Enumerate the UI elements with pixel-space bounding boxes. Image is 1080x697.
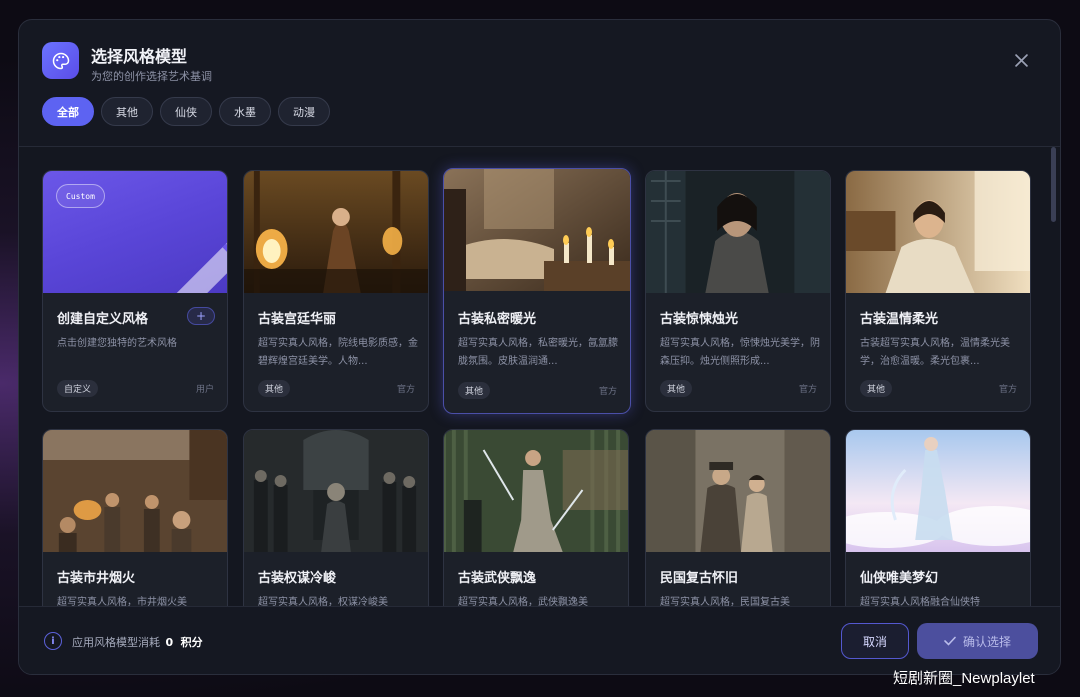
- card-desc: 超写实真人风格，市井烟火美: [57, 597, 187, 606]
- card-desc: 超写实真人风格，民国复古美: [660, 597, 790, 606]
- info-icon: i: [44, 632, 62, 650]
- card-image: [646, 171, 830, 293]
- dialog-header: 选择风格模型 为您的创作选择艺术基调 全部 其他 仙侠 水墨 动漫: [19, 20, 1060, 147]
- card-image: [846, 430, 1030, 552]
- filter-xianxia[interactable]: 仙侠: [160, 97, 212, 126]
- filter-all[interactable]: 全部: [42, 97, 94, 126]
- confirm-button[interactable]: 确认选择: [917, 623, 1038, 659]
- card-source: 官方: [598, 387, 617, 397]
- card-desc: 超写实真人风格融合仙侠特: [860, 597, 980, 606]
- card-tag: 其他: [860, 380, 893, 397]
- scrollbar[interactable]: [1051, 147, 1056, 222]
- custom-style-card[interactable]: Custom 创建自定义风格 + 点击创建您独特的艺术风格 自定义 用户: [42, 170, 228, 412]
- palette-icon: [42, 42, 79, 79]
- style-card[interactable]: 古装宫廷华丽 超写实真人风格，院线电影质感，金碧辉煌宫廷美学。人物... 其他 …: [243, 170, 429, 412]
- custom-card-cover: Custom: [43, 171, 227, 293]
- card-image: [43, 430, 227, 552]
- custom-badge: Custom: [56, 184, 105, 208]
- card-desc: 点击创建您独特的艺术风格: [57, 338, 177, 349]
- style-card[interactable]: 古装私密暖光 超写实真人风格，私密暖光，氤氲朦胧氛围。皮肤温润通... 其他 官…: [443, 168, 631, 414]
- card-image: [846, 171, 1030, 293]
- style-card[interactable]: 民国复古怀旧 超写实真人风格，民国复古美: [645, 429, 831, 606]
- card-desc: 超写实真人风格，院线电影质感，金碧辉煌宫廷美学。人物...: [258, 338, 418, 367]
- card-desc: 超写实真人风格，惊悚烛光美学，阴森压抑。烛光侧照形成...: [660, 338, 820, 367]
- style-card[interactable]: 古装惊悚烛光 超写实真人风格，惊悚烛光美学，阴森压抑。烛光侧照形成... 其他 …: [645, 170, 831, 412]
- style-card[interactable]: 古装市井烟火 超写实真人风格，市井烟火美: [42, 429, 228, 606]
- card-tag: 其他: [258, 380, 291, 397]
- card-image: [646, 430, 830, 552]
- card-title: 古装温情柔光: [860, 312, 939, 327]
- dialog-subtitle: 为您的创作选择艺术基调: [91, 70, 212, 83]
- card-title: 民国复古怀旧: [660, 571, 739, 586]
- close-icon[interactable]: [1012, 51, 1030, 69]
- cost-value: 0: [165, 636, 174, 649]
- card-source: 官方: [998, 385, 1017, 395]
- style-card[interactable]: 仙侠唯美梦幻 超写实真人风格融合仙侠特: [845, 429, 1031, 606]
- card-desc: 古装超写实真人风格，温情柔光美学，治愈温暖。柔光包裹...: [860, 338, 1010, 367]
- filter-other[interactable]: 其他: [101, 97, 153, 126]
- category-filters: 全部 其他 仙侠 水墨 动漫: [42, 97, 330, 126]
- card-image: [444, 169, 630, 291]
- cost-info: 应用风格模型消耗 0 积分: [72, 634, 205, 650]
- card-title: 创建自定义风格: [57, 312, 149, 327]
- add-style-button[interactable]: +: [187, 307, 215, 325]
- card-title: 古装市井烟火: [57, 571, 136, 586]
- card-source: 官方: [798, 385, 817, 395]
- cancel-button[interactable]: 取消: [841, 623, 909, 659]
- card-image: [444, 430, 628, 552]
- card-title: 古装惊悚烛光: [660, 312, 739, 327]
- card-desc: 超写实真人风格，私密暖光，氤氲朦胧氛围。皮肤温润通...: [458, 338, 618, 367]
- card-source: 官方: [396, 385, 415, 395]
- card-desc: 超写实真人风格，权谋冷峻美: [258, 597, 388, 606]
- cost-unit: 积分: [180, 636, 203, 649]
- card-desc: 超写实真人风格，武侠飘逸美: [458, 597, 588, 606]
- style-model-dialog: 选择风格模型 为您的创作选择艺术基调 全部 其他 仙侠 水墨 动漫 Custom: [18, 19, 1061, 675]
- filter-anime[interactable]: 动漫: [278, 97, 330, 126]
- check-icon: [944, 636, 956, 646]
- card-image: [244, 430, 428, 552]
- cost-prefix: 应用风格模型消耗: [72, 636, 160, 649]
- confirm-label: 确认选择: [962, 634, 1011, 649]
- card-title: 古装武侠飘逸: [458, 571, 537, 586]
- dialog-title: 选择风格模型: [91, 47, 188, 66]
- card-source: 用户: [195, 385, 214, 395]
- card-image: [244, 171, 428, 293]
- style-card[interactable]: 古装温情柔光 古装超写实真人风格，温情柔光美学，治愈温暖。柔光包裹... 其他 …: [845, 170, 1031, 412]
- card-tag: 其他: [660, 380, 693, 397]
- card-title: 仙侠唯美梦幻: [860, 571, 939, 586]
- card-tag: 其他: [458, 382, 491, 399]
- style-card[interactable]: 古装权谋冷峻 超写实真人风格，权谋冷峻美: [243, 429, 429, 606]
- card-tag: 自定义: [57, 380, 99, 397]
- card-title: 古装宫廷华丽: [258, 312, 337, 327]
- filter-ink[interactable]: 水墨: [219, 97, 271, 126]
- card-title: 古装权谋冷峻: [258, 571, 337, 586]
- watermark: 短剧新圈_Newplaylet: [893, 670, 1035, 687]
- style-grid[interactable]: Custom 创建自定义风格 + 点击创建您独特的艺术风格 自定义 用户 古装宫…: [19, 147, 1060, 606]
- pencil-icon: [176, 242, 227, 293]
- dialog-footer: i 应用风格模型消耗 0 积分 取消 确认选择: [19, 607, 1060, 674]
- style-card[interactable]: 古装武侠飘逸 超写实真人风格，武侠飘逸美: [443, 429, 629, 606]
- card-title: 古装私密暖光: [458, 312, 537, 327]
